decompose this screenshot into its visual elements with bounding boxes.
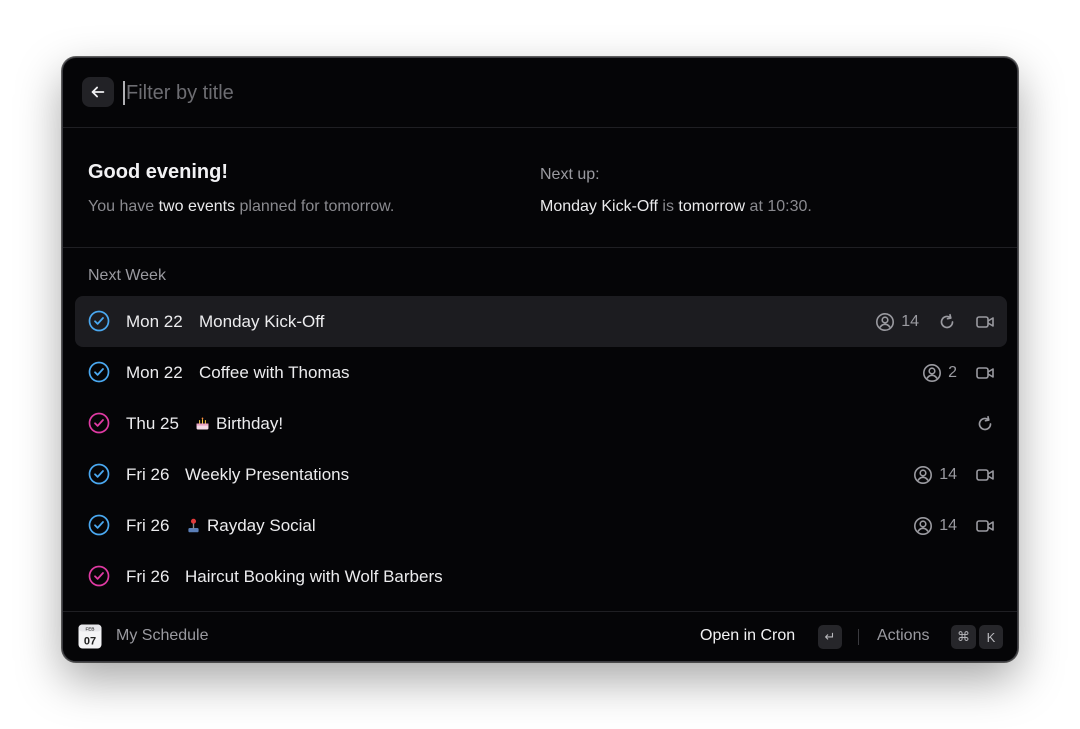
calendar-app-icon: FEB 07 (78, 624, 102, 649)
check-circle-icon[interactable] (88, 310, 110, 332)
recurring-indicator (975, 414, 995, 434)
command-palette-window: Good evening! You have two events planne… (62, 57, 1018, 662)
check-circle-icon[interactable] (88, 412, 110, 434)
next-up-label: Next up: (540, 166, 600, 183)
event-title-text: Birthday! (216, 413, 284, 433)
attendee-number: 14 (939, 465, 957, 483)
repeat-icon (978, 415, 992, 430)
video-call-indicator[interactable] (975, 465, 995, 485)
summary-text: You have (88, 198, 159, 215)
app-name-label: My Schedule (116, 627, 209, 644)
section-heading-next-week: Next Week (88, 267, 166, 284)
back-button[interactable] (82, 77, 114, 107)
search-input[interactable] (126, 75, 626, 111)
check-circle-icon[interactable] (88, 565, 110, 587)
arrow-left-icon (91, 86, 105, 98)
command-key-hint: ⌘ (951, 625, 976, 649)
footer-divider (858, 629, 859, 645)
check-circle-icon[interactable] (88, 361, 110, 383)
video-camera-icon (976, 366, 994, 379)
event-list: Mon 22 Monday Kick-Off 14 Mon 22 Coffee with… (75, 296, 1007, 602)
greeting-heading: Good evening! (88, 161, 228, 183)
event-title: Coffee with Thomas (199, 363, 350, 383)
check-circle-icon[interactable] (88, 514, 110, 536)
event-meta (957, 398, 995, 449)
events-summary: You have two events planned for tomorrow… (88, 198, 394, 216)
event-row[interactable]: Fri 26 Haircut Booking with Wolf Barbers (75, 551, 1007, 602)
event-title-text: Rayday Social (207, 515, 316, 535)
person-icon (923, 363, 942, 382)
joystick-icon (188, 518, 199, 533)
video-call-indicator[interactable] (975, 312, 995, 332)
event-row[interactable]: Thu 25 Birthday! (75, 398, 1007, 449)
event-row[interactable]: Mon 22 Monday Kick-Off 14 (75, 296, 1007, 347)
k-key-hint: K (979, 625, 1003, 649)
attendee-number: 14 (901, 312, 919, 330)
event-title: Monday Kick-Off (199, 312, 324, 332)
recurring-indicator (937, 312, 957, 332)
event-title-text: Monday Kick-Off (199, 311, 325, 331)
attendee-number: 2 (948, 363, 957, 381)
event-date: Fri 26 (126, 515, 170, 535)
event-row[interactable]: Mon 22 Coffee with Thomas 2 (75, 347, 1007, 398)
event-meta: 14 (895, 500, 995, 551)
search-bar (63, 58, 1017, 128)
video-call-indicator[interactable] (975, 516, 995, 536)
person-icon (914, 465, 933, 484)
video-call-indicator[interactable] (975, 363, 995, 383)
enter-key-hint: ↵ (818, 625, 842, 649)
next-event-time: at 10:30. (745, 198, 812, 215)
event-date: Fri 26 (126, 464, 170, 484)
event-title: Rayday Social (185, 516, 316, 536)
birthday-cake-icon (196, 417, 209, 430)
summary-text-end: planned for tomorrow. (235, 198, 395, 215)
event-title: Haircut Booking with Wolf Barbers (185, 567, 443, 587)
event-date: Mon 22 (126, 362, 183, 382)
summary-panel: Good evening! You have two events planne… (63, 128, 1017, 248)
event-title-text: Weekly Presentations (185, 464, 350, 484)
video-camera-icon (976, 519, 994, 532)
next-up-is: is (657, 198, 679, 215)
event-title-text: Coffee with Thomas (199, 362, 350, 382)
event-title-text: Haircut Booking with Wolf Barbers (185, 566, 443, 586)
next-event-title: Monday Kick-Off (540, 198, 658, 215)
summary-highlight: two events (158, 198, 236, 215)
video-camera-icon (976, 315, 994, 328)
attendees-count: 14 (913, 516, 957, 536)
event-date: Fri 26 (126, 566, 170, 586)
open-in-cron-button[interactable]: Open in Cron (700, 627, 795, 645)
person-icon (914, 516, 933, 535)
event-row[interactable]: Fri 26 Weekly Presentations 14 (75, 449, 1007, 500)
event-meta: 14 (857, 296, 995, 347)
next-up-details: Monday Kick-Off is tomorrow at 10:30. (540, 198, 812, 216)
actions-button[interactable]: Actions (877, 627, 929, 645)
next-event-when: tomorrow (678, 198, 746, 215)
event-title: Weekly Presentations (185, 465, 349, 485)
event-row[interactable]: Fri 26 Rayday Social 14 (75, 500, 1007, 551)
event-date: Mon 22 (126, 311, 183, 331)
repeat-icon (940, 313, 954, 328)
video-camera-icon (976, 468, 994, 481)
event-meta: 14 (895, 449, 995, 500)
svg-text:FEB: FEB (86, 627, 96, 632)
event-title: Birthday! (194, 414, 283, 434)
attendees-count: 14 (875, 312, 919, 332)
attendees-count: 2 (922, 363, 957, 383)
check-circle-icon[interactable] (88, 463, 110, 485)
person-icon (876, 312, 895, 331)
text-caret (123, 81, 125, 105)
attendee-number: 14 (939, 516, 957, 534)
attendees-count: 14 (913, 465, 957, 485)
footer-bar: FEB 07 My Schedule Open in Cron ↵ Action… (63, 611, 1017, 661)
event-date: Thu 25 (126, 413, 179, 433)
event-meta: 2 (904, 347, 995, 398)
svg-text:07: 07 (84, 636, 96, 648)
